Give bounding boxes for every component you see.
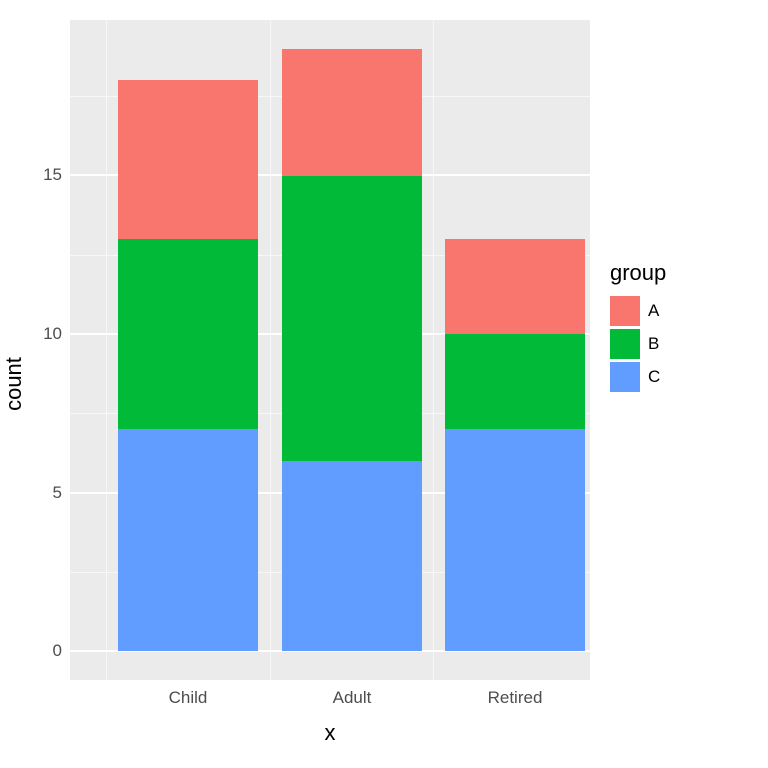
y-tick-label: 10 xyxy=(43,324,70,344)
x-tick-label: Retired xyxy=(488,680,543,708)
y-tick-label: 5 xyxy=(53,483,70,503)
gridline-minor-v xyxy=(270,20,271,680)
bar-seg-C xyxy=(282,461,422,651)
bar-adult xyxy=(282,49,422,652)
y-tick-label: 15 xyxy=(43,165,70,185)
legend-item-B: B xyxy=(610,329,760,359)
bar-child xyxy=(118,80,258,651)
legend-swatch xyxy=(610,296,640,326)
bar-seg-C xyxy=(445,429,585,651)
plot-panel: 051015ChildAdultRetired xyxy=(70,20,590,680)
y-axis-label: count xyxy=(1,357,27,411)
legend-item-A: A xyxy=(610,296,760,326)
legend-label: B xyxy=(648,334,659,354)
legend-swatch xyxy=(610,362,640,392)
stacked-bar-chart: 051015ChildAdultRetired count x group AB… xyxy=(0,0,768,768)
bar-seg-A xyxy=(445,239,585,334)
bar-seg-A xyxy=(282,49,422,176)
gridline-minor-v xyxy=(597,20,598,680)
bar-seg-B xyxy=(445,334,585,429)
bar-seg-A xyxy=(118,80,258,239)
bar-retired xyxy=(445,239,585,651)
legend-title: group xyxy=(610,260,760,286)
bar-seg-B xyxy=(118,239,258,429)
bar-seg-C xyxy=(118,429,258,651)
legend-item-C: C xyxy=(610,362,760,392)
x-tick-label: Adult xyxy=(333,680,372,708)
gridline-minor-v xyxy=(433,20,434,680)
legend-label: A xyxy=(648,301,659,321)
legend-label: C xyxy=(648,367,660,387)
bar-seg-B xyxy=(282,176,422,462)
gridline-minor-v xyxy=(106,20,107,680)
x-tick-label: Child xyxy=(169,680,208,708)
x-axis-label: x xyxy=(325,720,336,746)
legend-swatch xyxy=(610,329,640,359)
y-tick-label: 0 xyxy=(53,641,70,661)
legend: group ABC xyxy=(610,260,760,395)
